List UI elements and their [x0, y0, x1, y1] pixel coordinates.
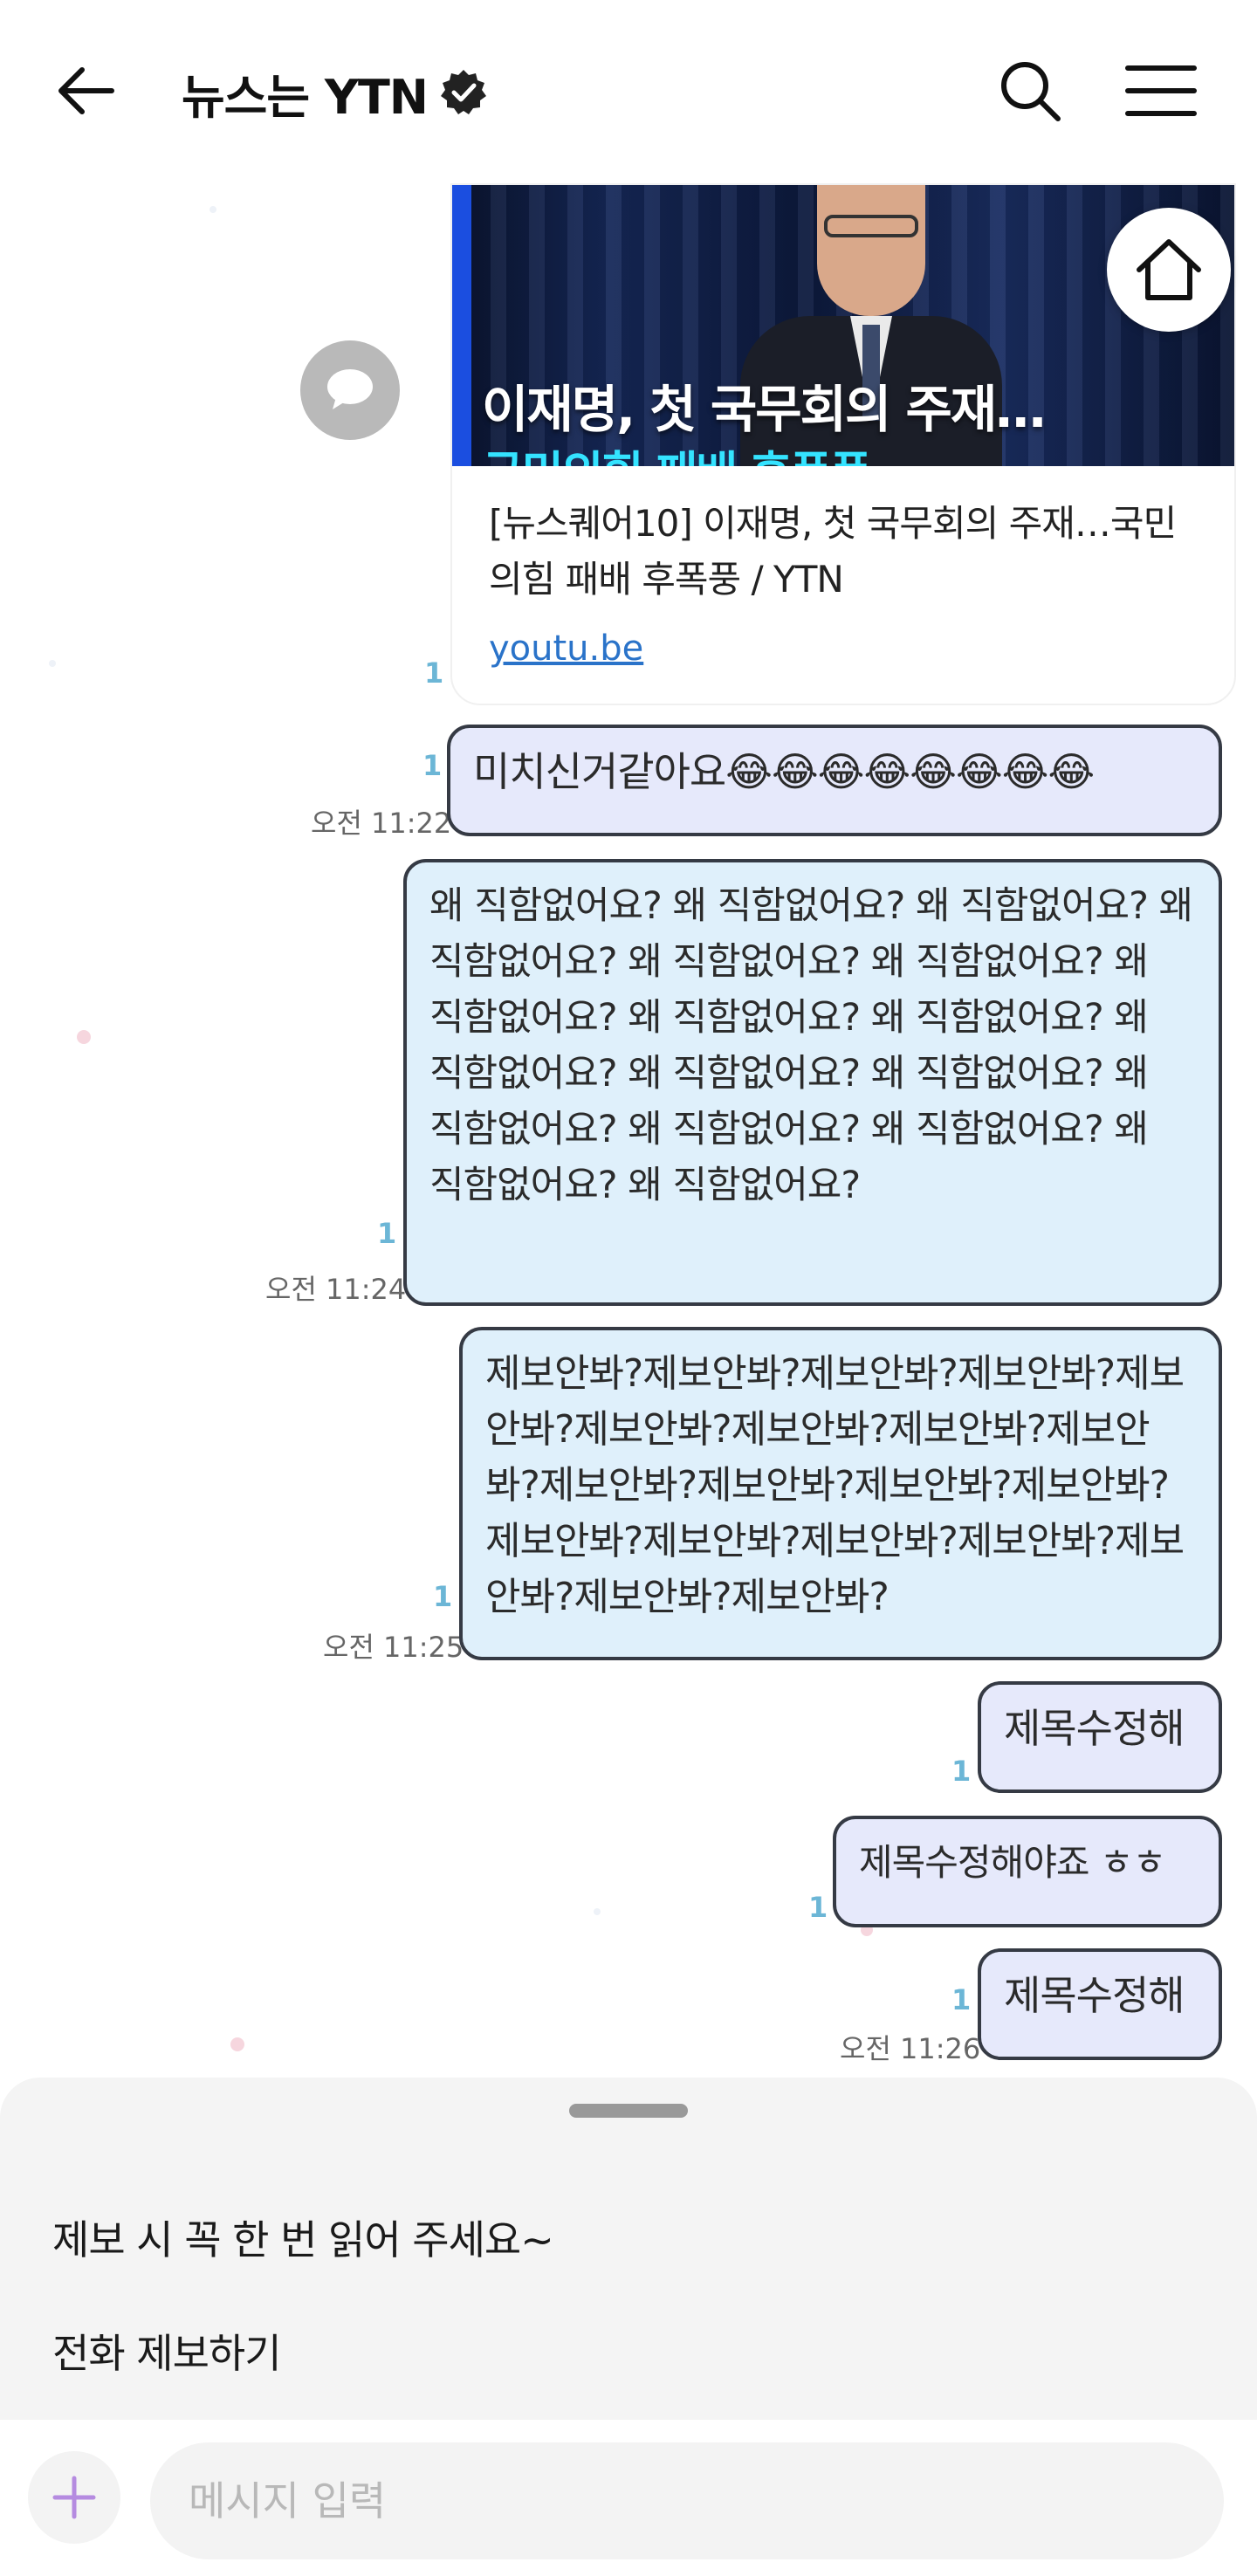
decor-dot — [49, 660, 56, 667]
read-count: 1 — [808, 1891, 828, 1924]
message-bubble[interactable]: 제목수정해야죠 ㅎㅎ — [833, 1816, 1222, 1927]
menu-button[interactable] — [1124, 56, 1198, 126]
message-time: 오전 11:26 — [840, 2032, 981, 2065]
attach-button[interactable] — [28, 2451, 120, 2544]
search-button[interactable] — [995, 56, 1065, 126]
hamburger-menu-icon — [1125, 65, 1197, 116]
decor-dot — [77, 1030, 91, 1044]
chat-title-text: 뉴스는 YTN — [182, 69, 429, 125]
read-count: 1 — [377, 1217, 397, 1250]
link-card-url[interactable]: youtu.be — [489, 629, 643, 669]
bottom-sheet: 제보 시 꼭 한 번 읽어 주세요~ 전화 제보하기 — [0, 2078, 1257, 2420]
message-input[interactable] — [150, 2442, 1224, 2559]
decor-dot — [594, 1908, 601, 1915]
sheet-item-guide[interactable]: 제보 시 꼭 한 번 읽어 주세요~ — [52, 2208, 554, 2266]
thumbnail-headline: 이재명, 첫 국무회의 주재… — [482, 380, 1046, 439]
read-count: 1 — [951, 1983, 972, 2016]
message-time: 오전 11:25 — [323, 1631, 464, 1664]
plus-icon — [52, 2476, 96, 2519]
decor-dot — [210, 206, 216, 213]
chat-bubble-icon — [327, 369, 373, 409]
decor-dot — [230, 2037, 244, 2051]
link-card-title: [뉴스퀘어10] 이재명, 첫 국무회의 주재…국민의힘 패배 후폭풍 / YT… — [489, 502, 1177, 601]
bot-avatar[interactable] — [300, 340, 400, 440]
chat-title: 뉴스는 YTN — [182, 58, 489, 127]
message-input-bar — [0, 2420, 1257, 2576]
search-icon — [1001, 62, 1061, 121]
thumbnail-subline: 국민의힘 패배 후폭풍 — [482, 436, 872, 466]
chat-header: 뉴스는 YTN — [0, 0, 1257, 179]
read-count: 1 — [422, 749, 443, 782]
person-glasses — [824, 215, 918, 237]
verified-badge-icon — [440, 70, 486, 114]
read-count: 1 — [424, 656, 444, 690]
person-head — [817, 185, 925, 316]
message-bubble[interactable]: 미치신거같아요😂😂😂😂😂😂😂😂 — [447, 725, 1222, 836]
message-time: 오전 11:24 — [265, 1273, 407, 1306]
video-thumbnail: 이재명, 첫 국무회의 주재… 국민의힘 패배 후폭풍 — [452, 185, 1234, 466]
back-button[interactable] — [51, 56, 134, 126]
message-time: 오전 11:22 — [311, 807, 452, 840]
message-bubble[interactable]: 왜 직함없어요? 왜 직함없어요? 왜 직함없어요? 왜 직함없어요? 왜 직함… — [403, 859, 1222, 1306]
sheet-drag-handle[interactable] — [569, 2104, 688, 2118]
read-count: 1 — [433, 1580, 453, 1613]
message-bubble[interactable]: 제목수정해 — [978, 1948, 1222, 2060]
chat-area[interactable]: 이재명, 첫 국무회의 주재… 국민의힘 패배 후폭풍 [뉴스퀘어10] 이재명… — [0, 0, 1257, 2078]
home-button[interactable] — [1107, 208, 1231, 332]
read-count: 1 — [951, 1755, 972, 1788]
sheet-item-phone-report[interactable]: 전화 제보하기 — [52, 2322, 282, 2380]
home-icon — [1137, 239, 1201, 300]
thumbnail-accent — [452, 185, 471, 466]
message-bubble[interactable]: 제목수정해 — [978, 1681, 1222, 1793]
arrow-left-icon — [58, 67, 114, 114]
message-bubble[interactable]: 제보안봐?제보안봐?제보안봐?제보안봐?제보안봐?제보안봐?제보안봐?제보안봐?… — [459, 1327, 1222, 1660]
